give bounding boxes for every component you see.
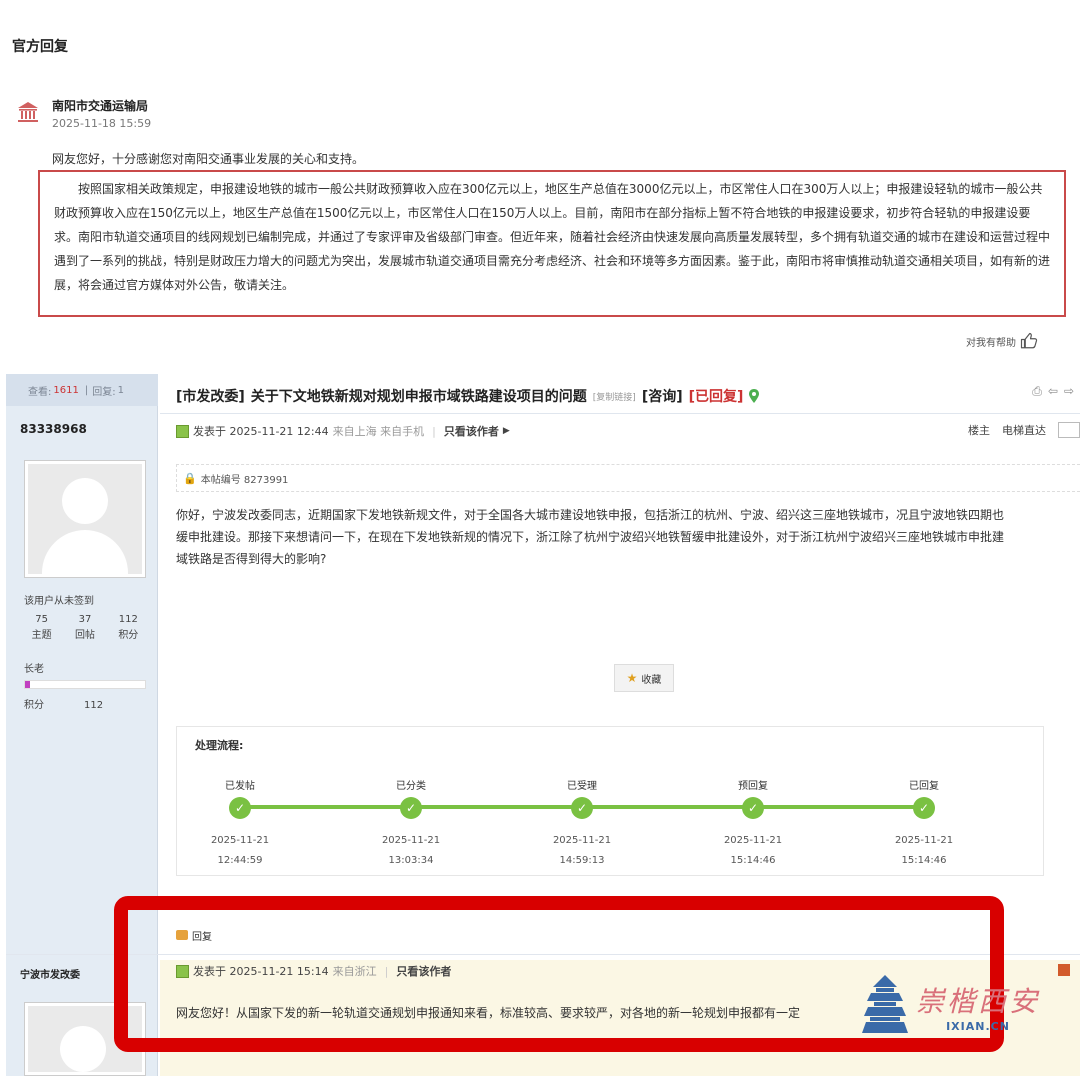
flow-step-time: 2025-11-21 13:03:34 (381, 835, 441, 866)
jump-label: 电梯直达 (1002, 424, 1046, 437)
check-icon: ✓ (742, 797, 764, 819)
thread-title-text: 关于下文地铁新规对规划申报市域铁路建设项目的问题 (250, 389, 587, 405)
flow-step-time: 2025-11-21 15:14:46 (723, 835, 783, 866)
government-building-icon (18, 102, 38, 122)
thumbs-up-icon (1020, 332, 1038, 349)
user-points: 积分 112 (24, 700, 104, 711)
lock-icon: 🔒 (183, 471, 197, 485)
only-author-link[interactable]: 只看该作者 (444, 423, 499, 439)
favorite-label: 收藏 (641, 674, 662, 686)
next-thread-icon[interactable]: ⇨ (1064, 384, 1074, 399)
post-meta: 发表于 2025-11-21 12:44 来自上海 来自手机 | 只看该作者 ▶… (160, 420, 1080, 442)
reply-label: 回复 (192, 931, 212, 943)
post-source: 来自上海 来自手机 (332, 425, 425, 438)
flow-step-label: 已受理 (567, 781, 597, 792)
user-online-icon (176, 424, 189, 438)
reply-time: 发表于 2025-11-21 15:14 (193, 965, 329, 978)
process-flow: 处理流程: 已发帖 ✓ 2025-11-21 12:44:59 已分类 ✓ 2025-11-… (176, 726, 1044, 876)
flow-step-time: 2025-11-21 15:14:46 (894, 835, 954, 866)
thread-stats: 查看: 1611 | 回复: 1 (6, 374, 158, 406)
reply-button[interactable]: 回复 (160, 922, 1080, 948)
watermark: 崇楷西安 IXIAN.CN (862, 966, 1062, 1046)
watermark-url: IXIAN.CN (946, 1019, 1010, 1033)
location-pin-icon (749, 389, 760, 403)
thread-tools: ⎙ ⇦ ⇨ (1032, 384, 1074, 399)
flow-title: 处理流程: (195, 739, 244, 752)
floor-controls: 楼主 电梯直达 (968, 422, 1080, 438)
reply-username[interactable]: 宁波市发改委 (20, 966, 80, 981)
triangle-right-icon: ▶ (502, 426, 510, 436)
org-name: 南阳市交通运输局 (52, 99, 149, 113)
post-time: 发表于 2025-11-21 12:44 (193, 425, 329, 438)
copy-link[interactable]: [复制链接] (593, 390, 636, 403)
thread-category[interactable]: [市发改委] (176, 386, 245, 406)
helpful-button[interactable]: 对我有帮助 (966, 332, 1038, 350)
post-body: 你好，宁波发改委同志，近期国家下发地铁新规文件，对于全国各大城市建设地铁申报，包… (176, 508, 1005, 566)
section-title: 官方回复 (12, 39, 68, 55)
post-number-text: 本帖编号 8273991 (200, 474, 289, 486)
reply-icon (176, 930, 188, 940)
check-icon: ✓ (571, 797, 593, 819)
flow-step: 已发帖 ✓ 2025-11-21 12:44:59 (195, 777, 285, 871)
thread-header: [市发改委] 关于下文地铁新规对规划申报市域铁路建设项目的问题 [复制链接] [… (160, 374, 1080, 414)
floor-label: 楼主 (968, 424, 990, 437)
view-count: 1611 (53, 384, 79, 396)
status-badge: [已回复] (688, 389, 744, 405)
flow-step-label: 已回复 (909, 781, 939, 792)
flow-step-label: 已分类 (396, 781, 426, 792)
thread-title: [市发改委] 关于下文地铁新规对规划申报市域铁路建设项目的问题 [复制链接] [… (176, 386, 760, 406)
poster-username[interactable]: 83338968 (20, 422, 87, 436)
consult-tag: [咨询] (641, 389, 683, 405)
stat-posts[interactable]: 37 回帖 (63, 612, 106, 644)
user-sidebar: 查看: 1611 | 回复: 1 83338968 该用户从未签到 75 主题 3… (6, 374, 158, 1076)
check-icon: ✓ (400, 797, 422, 819)
stat-points[interactable]: 112 积分 (107, 612, 150, 644)
reply-timestamp: 2025-11-18 15:59 (52, 117, 152, 130)
user-online-icon (176, 964, 189, 978)
reply-greeting: 网友您好，十分感谢您对南阳交通事业发展的关心和支持。 (52, 152, 365, 166)
flow-step-label: 预回复 (738, 781, 768, 792)
reply-count: 1 (117, 384, 124, 396)
prev-thread-icon[interactable]: ⇦ (1048, 384, 1058, 399)
official-reply-text: 按照国家相关政策规定，申报建设地铁的城市一般公共财政预算收入应在300亿元以上，… (38, 170, 1066, 317)
user-stats: 75 主题 37 回帖 112 积分 (20, 612, 150, 644)
star-icon: ★ (626, 671, 638, 685)
reply-only-author-link[interactable]: 只看该作者 (396, 963, 451, 979)
check-icon: ✓ (913, 797, 935, 819)
flow-step-time: 2025-11-21 12:44:59 (210, 835, 270, 866)
post-number: 🔒 本帖编号 8273991 (176, 464, 1080, 492)
reply-label: 回复: (92, 386, 116, 398)
default-avatar-icon (28, 464, 142, 574)
rank-progress-bar (24, 680, 146, 689)
flow-step: 已分类 ✓ 2025-11-21 13:03:34 (366, 777, 456, 871)
reply-avatar[interactable] (24, 1002, 146, 1076)
reply-source: 来自浙江 (332, 965, 377, 978)
official-reply-card: 官方回复 南阳市交通运输局 2025-11-18 15:59 网友您好，十分感谢… (0, 0, 1080, 370)
check-icon: ✓ (229, 797, 251, 819)
default-avatar-icon (28, 1006, 142, 1072)
print-icon[interactable]: ⎙ (1032, 384, 1042, 399)
helpful-label: 对我有帮助 (966, 337, 1016, 349)
signin-status: 该用户从未签到 (24, 596, 94, 607)
favorite-button[interactable]: ★ 收藏 (614, 664, 674, 692)
flow-step: 已回复 ✓ 2025-11-21 15:14:46 (879, 777, 969, 871)
stat-topics[interactable]: 75 主题 (20, 612, 63, 644)
divider (6, 954, 1080, 955)
flow-step-time: 2025-11-21 14:59:13 (552, 835, 612, 866)
view-label: 查看: (28, 386, 52, 398)
user-rank: 长老 (24, 664, 44, 675)
watermark-text: 崇楷西安 (916, 984, 1041, 1018)
floor-jump-input[interactable] (1058, 422, 1080, 438)
tower-logo-icon (862, 975, 908, 1033)
avatar[interactable] (24, 460, 146, 578)
flow-step-label: 已发帖 (225, 781, 255, 792)
flow-step: 预回复 ✓ 2025-11-21 15:14:46 (708, 777, 798, 871)
flow-step: 已受理 ✓ 2025-11-21 14:59:13 (537, 777, 627, 871)
